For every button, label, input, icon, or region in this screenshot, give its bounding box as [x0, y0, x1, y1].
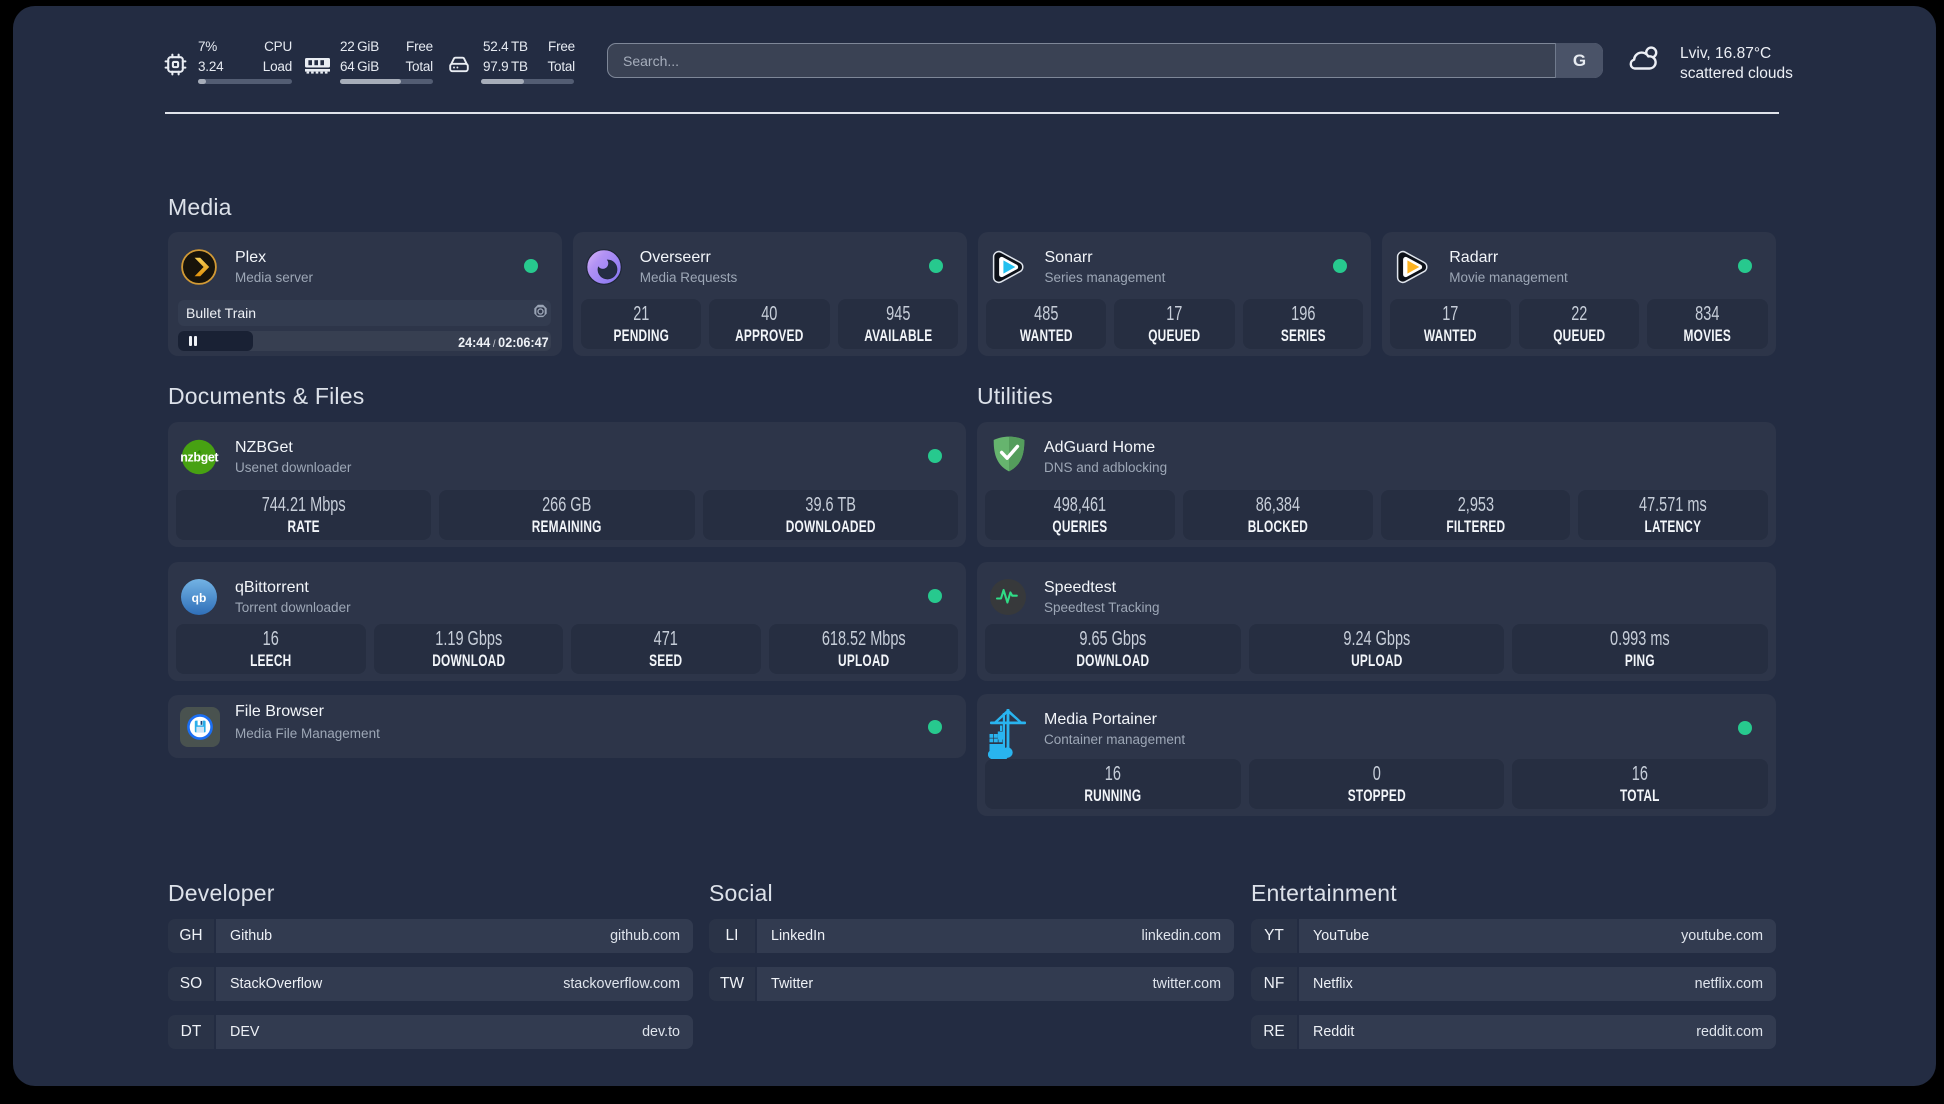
- svg-text:qb: qb: [192, 591, 207, 605]
- svg-text:nzbget: nzbget: [180, 451, 219, 465]
